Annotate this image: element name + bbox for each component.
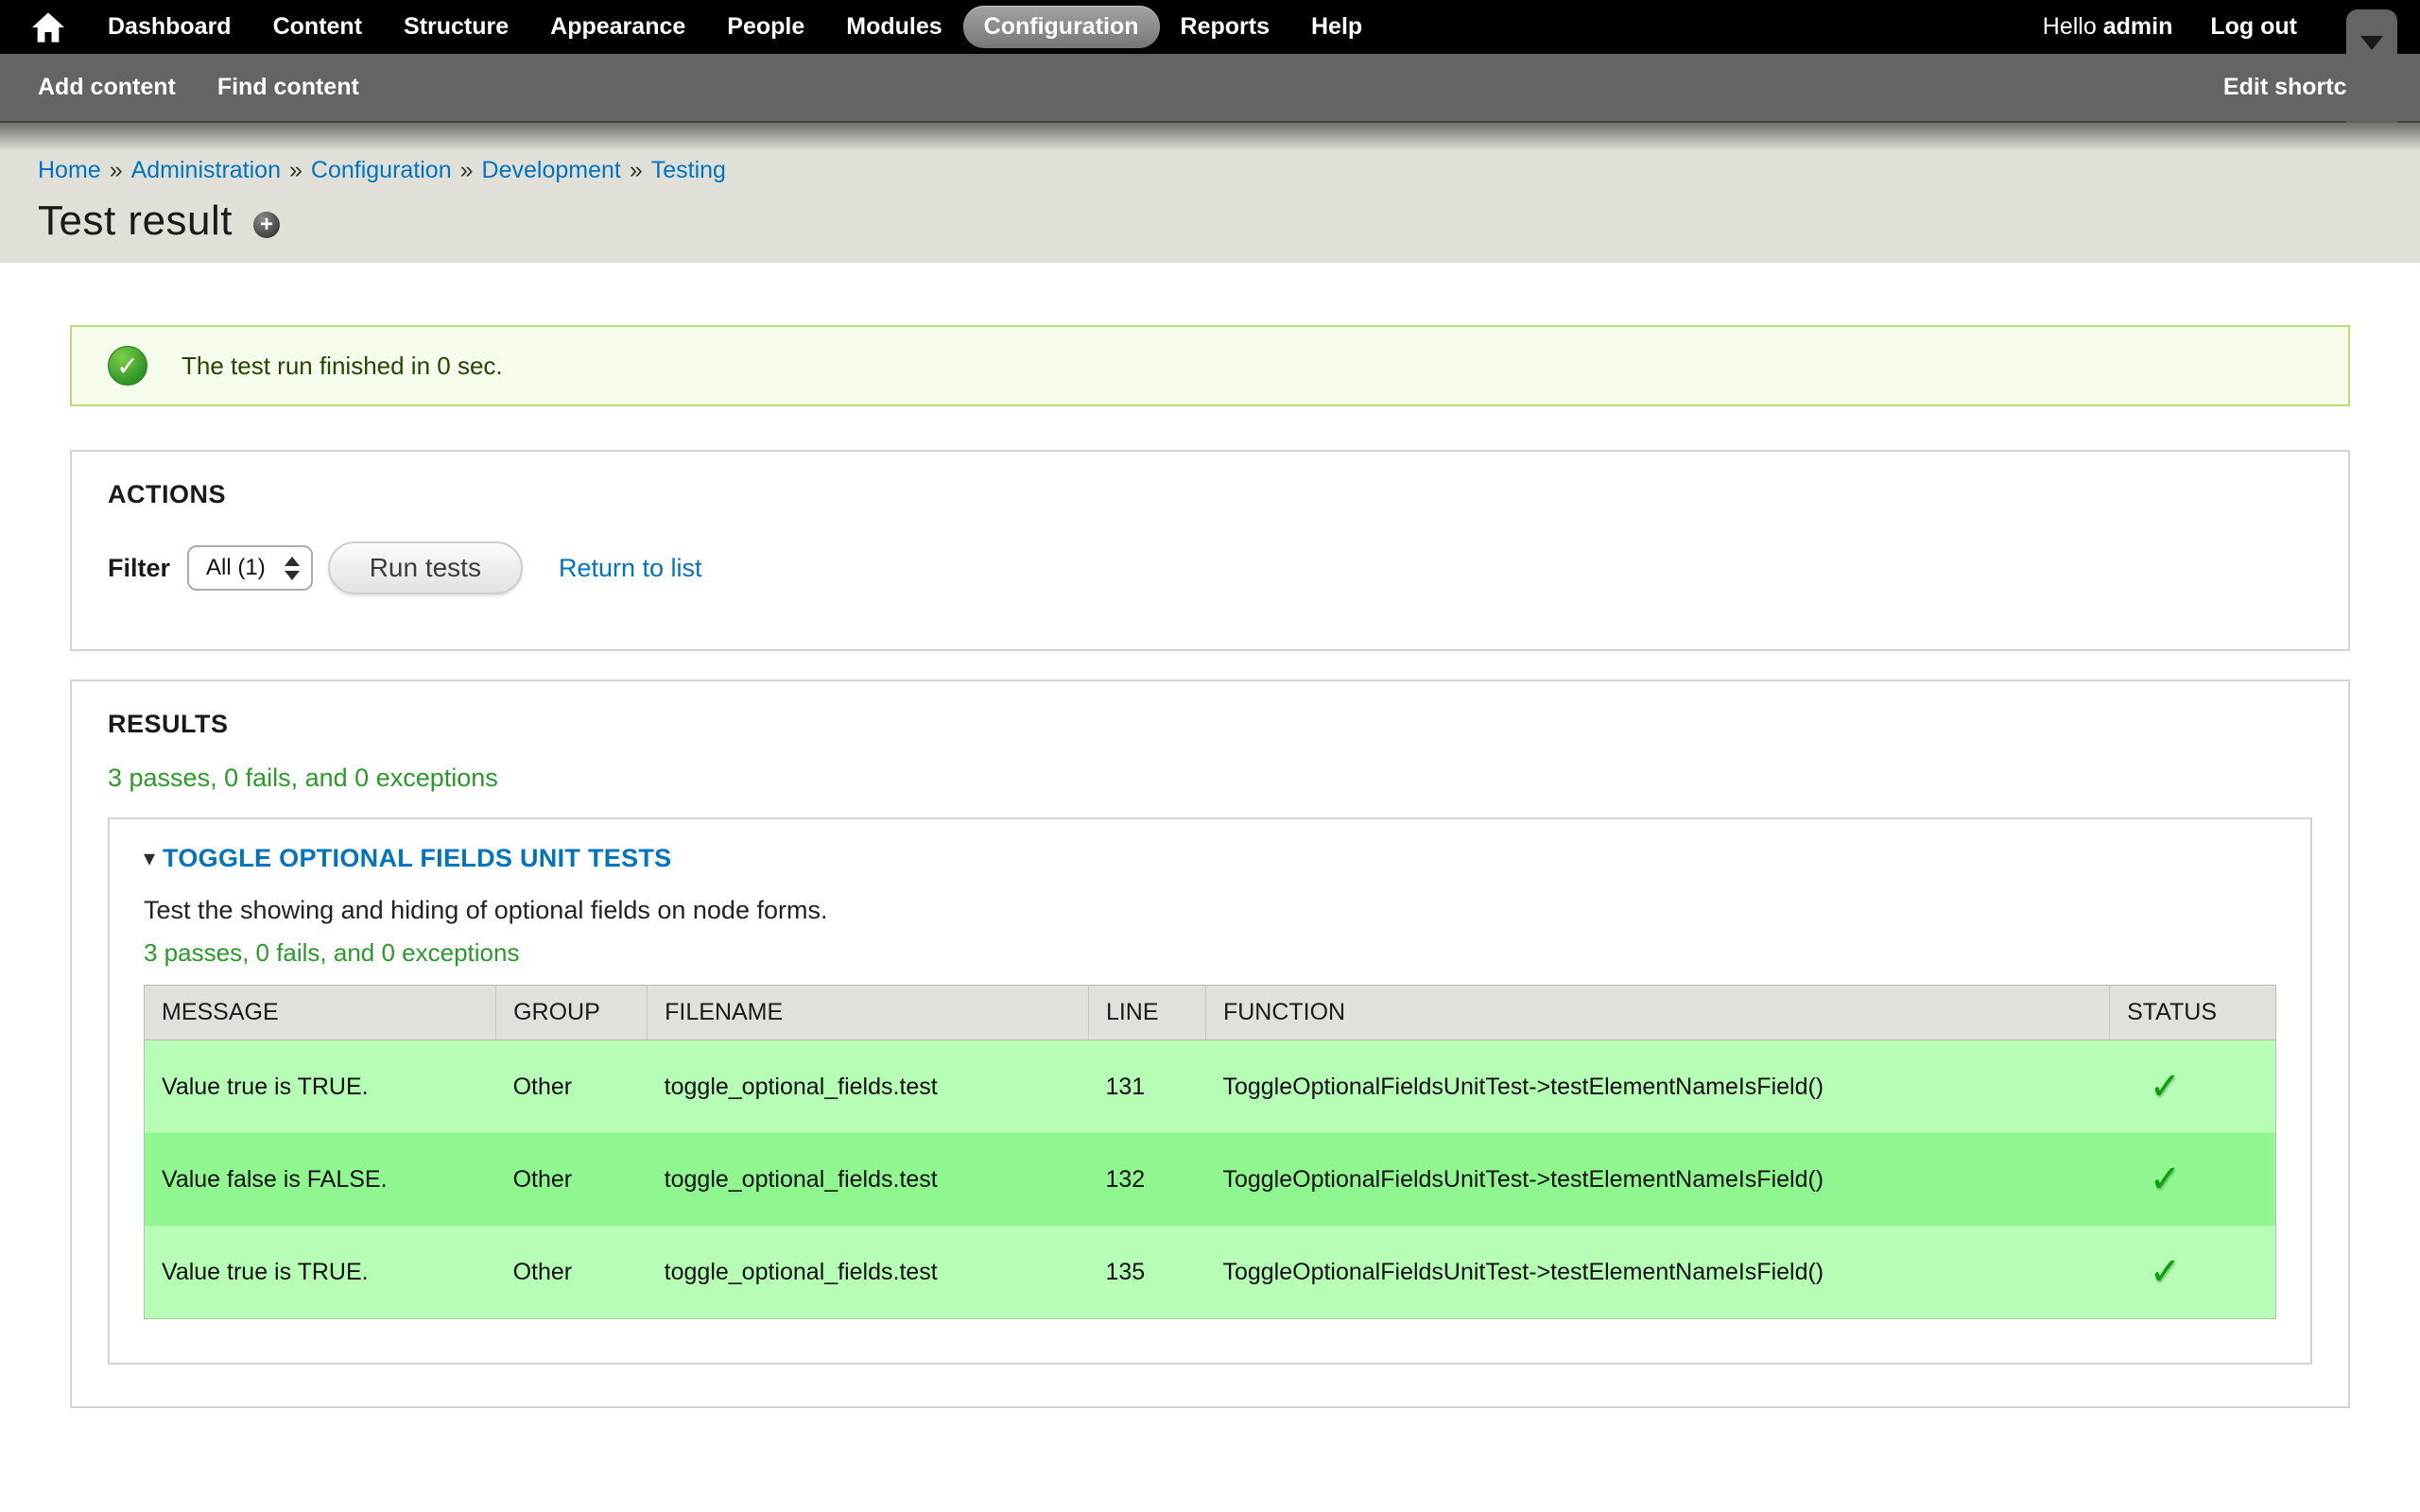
header-line: LINE (1088, 986, 1205, 1040)
toolbar-item-people[interactable]: People (706, 6, 825, 48)
toolbar-item-dashboard[interactable]: Dashboard (87, 6, 252, 48)
chevron-down-icon (2360, 36, 2383, 50)
shortcut-add-content[interactable]: Add content (38, 74, 176, 101)
page-title: Test result (38, 198, 233, 245)
header-group: GROUP (496, 986, 648, 1040)
home-icon[interactable] (26, 9, 70, 46)
test-group-fieldset: ▾ TOGGLE OPTIONAL FIELDS UNIT TESTS Test… (108, 817, 2312, 1365)
cell-line: 132 (1088, 1133, 1205, 1226)
cell-filename: toggle_optional_fields.test (648, 1040, 1089, 1134)
status-message: ✓ The test run finished in 0 sec. (70, 325, 2350, 406)
cell-line: 131 (1088, 1040, 1205, 1134)
breadcrumb-link-development[interactable]: Development (482, 157, 621, 183)
pass-check-icon: ✓ (2150, 1065, 2182, 1108)
collapse-arrow-icon: ▾ (144, 848, 155, 870)
cell-function: ToggleOptionalFieldsUnitTest->testElemen… (1205, 1226, 2109, 1319)
test-group-summary: 3 passes, 0 fails, and 0 exceptions (144, 938, 2276, 968)
breadcrumb-separator: » (289, 157, 302, 183)
cell-group: Other (496, 1133, 648, 1226)
cell-function: ToggleOptionalFieldsUnitTest->testElemen… (1205, 1040, 2109, 1134)
cell-message: Value true is TRUE. (145, 1226, 496, 1319)
header-status: STATUS (2110, 986, 2276, 1040)
filter-select-value: All (1) (206, 555, 266, 581)
toolbar-item-help[interactable]: Help (1290, 6, 1383, 48)
toolbar-item-appearance[interactable]: Appearance (529, 6, 706, 48)
logout-link[interactable]: Log out (2191, 6, 2316, 48)
toolbar-item-structure[interactable]: Structure (383, 6, 529, 48)
cell-function: ToggleOptionalFieldsUnitTest->testElemen… (1205, 1133, 2109, 1226)
cell-message: Value true is TRUE. (145, 1040, 496, 1134)
cell-filename: toggle_optional_fields.test (648, 1133, 1089, 1226)
user-greeting[interactable]: Hello admin (2024, 6, 2192, 48)
pass-check-icon: ✓ (2150, 1158, 2182, 1201)
toolbar-drawer-toggle[interactable] (2346, 9, 2397, 123)
cell-group: Other (496, 1040, 648, 1134)
results-legend: RESULTS (108, 710, 2312, 739)
results-fieldset: RESULTS 3 passes, 0 fails, and 0 excepti… (70, 679, 2350, 1408)
test-result-row: Value true is TRUE. Other toggle_optiona… (145, 1040, 2276, 1134)
results-summary: 3 passes, 0 fails, and 0 exceptions (108, 764, 2312, 793)
shortcut-find-content[interactable]: Find content (217, 74, 359, 101)
actions-fieldset: ACTIONS Filter All (1) Run tests Return … (70, 450, 2350, 651)
header-filename: FILENAME (648, 986, 1089, 1040)
status-message-text: The test run finished in 0 sec. (182, 352, 503, 381)
breadcrumb-link-administration[interactable]: Administration (131, 157, 281, 183)
filter-row: Filter All (1) Run tests Return to list (108, 541, 2312, 594)
toolbar-item-modules[interactable]: Modules (825, 6, 962, 48)
cell-filename: toggle_optional_fields.test (648, 1226, 1089, 1319)
breadcrumb-link-configuration[interactable]: Configuration (311, 157, 452, 183)
add-shortcut-icon[interactable]: + (253, 212, 280, 238)
cell-message: Value false is FALSE. (145, 1133, 496, 1226)
breadcrumb-link-home[interactable]: Home (38, 157, 101, 183)
test-result-row: Value true is TRUE. Other toggle_optiona… (145, 1226, 2276, 1319)
select-arrows-icon (285, 557, 300, 580)
cell-status: ✓ (2110, 1226, 2276, 1319)
admin-toolbar: Dashboard Content Structure Appearance P… (0, 0, 2420, 54)
test-group-description: Test the showing and hiding of optional … (144, 896, 2276, 925)
toolbar-item-configuration[interactable]: Configuration (963, 6, 1160, 48)
toolbar-item-reports[interactable]: Reports (1160, 6, 1290, 48)
page: Dashboard Content Structure Appearance P… (0, 0, 2420, 1512)
header-message: MESSAGE (145, 986, 496, 1040)
greeting-prefix: Hello (2043, 13, 2097, 40)
username: admin (2103, 13, 2173, 40)
toolbar-item-content[interactable]: Content (252, 6, 383, 48)
test-group-title: TOGGLE OPTIONAL FIELDS UNIT TESTS (163, 844, 671, 873)
test-group-title-link[interactable]: ▾ TOGGLE OPTIONAL FIELDS UNIT TESTS (144, 844, 2276, 873)
shortcut-bar: Add content Find content Edit shortcuts (0, 54, 2420, 123)
cell-group: Other (496, 1226, 648, 1319)
breadcrumb-link-testing[interactable]: Testing (651, 157, 726, 183)
cell-line: 135 (1088, 1226, 1205, 1319)
run-tests-button[interactable]: Run tests (328, 541, 523, 594)
cell-status: ✓ (2110, 1040, 2276, 1134)
header-function: FUNCTION (1205, 986, 2109, 1040)
toolbar-user-area: Hello admin Log out (2024, 6, 2316, 48)
actions-legend: ACTIONS (108, 480, 2312, 509)
home-icon-glyph (32, 12, 64, 43)
table-header-row: MESSAGE GROUP FILENAME LINE FUNCTION STA… (145, 986, 2276, 1040)
breadcrumb-separator: » (110, 157, 123, 183)
test-result-row: Value false is FALSE. Other toggle_optio… (145, 1133, 2276, 1226)
title-row: Test result + (38, 198, 2420, 245)
breadcrumb: Home » Administration » Configuration » Develo… (38, 157, 2420, 184)
cell-status: ✓ (2110, 1133, 2276, 1226)
filter-label: Filter (108, 554, 170, 583)
return-to-list-link[interactable]: Return to list (559, 554, 702, 583)
breadcrumb-separator: » (460, 157, 474, 183)
filter-select[interactable]: All (1) (187, 545, 313, 591)
breadcrumb-separator: » (630, 157, 643, 183)
page-header: Home » Administration » Configuration » Develo… (0, 123, 2420, 263)
test-results-table: MESSAGE GROUP FILENAME LINE FUNCTION STA… (144, 985, 2276, 1319)
status-ok-icon: ✓ (108, 346, 147, 386)
pass-check-icon: ✓ (2150, 1250, 2182, 1294)
